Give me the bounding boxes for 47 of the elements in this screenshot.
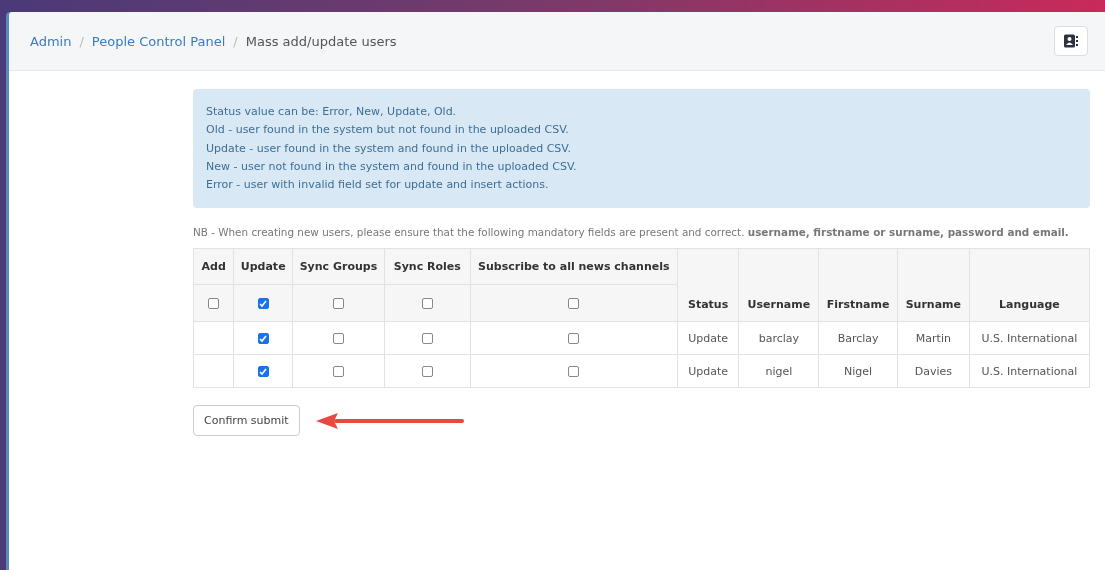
table-cell: Martin <box>897 322 970 355</box>
table-cell: Davies <box>897 355 970 388</box>
select-all-checkbox[interactable] <box>421 298 433 310</box>
table-cell: barclay <box>738 322 819 355</box>
row-checkbox[interactable] <box>421 366 433 378</box>
contact-book-button[interactable] <box>1054 26 1088 56</box>
note-text: NB - When creating new users, please ensure that the following mandatory fields are present and correct. username, firstname or surname, password and email. <box>193 226 1070 239</box>
column-header: Surname <box>897 249 970 322</box>
row-checkbox[interactable] <box>568 333 580 345</box>
column-header: Add <box>193 249 234 285</box>
row-checkbox[interactable] <box>421 333 433 345</box>
row-checkbox[interactable] <box>257 333 269 345</box>
table-cell: U.S. International <box>969 322 1090 355</box>
breadcrumb-separator: / <box>79 33 84 49</box>
info-text: Update - user found in the system and found in the uploaded CSV. <box>206 140 572 157</box>
column-header: Language <box>969 249 1090 322</box>
column-header: Firstname <box>818 249 898 322</box>
column-header: Sync Roles <box>384 249 471 285</box>
column-header: Status <box>677 249 739 322</box>
table-cell: nigel <box>738 355 819 388</box>
column-header: Username <box>738 249 819 322</box>
row-checkbox[interactable] <box>568 366 580 378</box>
column-header: Sync Groups <box>292 249 385 285</box>
row-checkbox[interactable] <box>257 366 269 378</box>
breadcrumb-separator: / <box>233 33 238 49</box>
contact-book-icon <box>1063 34 1079 48</box>
table-cell: Update <box>677 322 739 355</box>
info-text: Status value can be: Error, New, Update, Old. <box>206 104 458 120</box>
column-header: Subscribe to all news channels <box>470 249 678 285</box>
info-text: Error - user with invalid field set for update and insert actions. <box>206 177 550 194</box>
row-checkbox[interactable] <box>332 366 344 378</box>
breadcrumb-link[interactable]: People Control Panel <box>91 33 226 49</box>
select-all-checkbox[interactable] <box>257 298 269 310</box>
confirm-submit-button[interactable]: Confirm submit <box>193 405 300 437</box>
table-cell: Barclay <box>818 322 898 355</box>
row-checkbox[interactable] <box>332 333 344 345</box>
table-cell: Update <box>677 355 739 388</box>
select-all-checkbox[interactable] <box>332 298 344 310</box>
select-all-checkbox[interactable] <box>568 298 580 310</box>
select-all-checkbox[interactable] <box>208 298 220 310</box>
table-cell: U.S. International <box>969 355 1090 388</box>
breadcrumb-link[interactable]: Admin <box>30 33 72 49</box>
table-cell: Nigel <box>818 355 898 388</box>
column-header: Update <box>233 249 293 285</box>
info-text: New - user not found in the system and found in the uploaded CSV. <box>206 158 578 175</box>
breadcrumb-current: Mass add/update users <box>245 33 397 49</box>
info-text: Old - user found in the system but not found in the uploaded CSV. <box>206 122 570 139</box>
